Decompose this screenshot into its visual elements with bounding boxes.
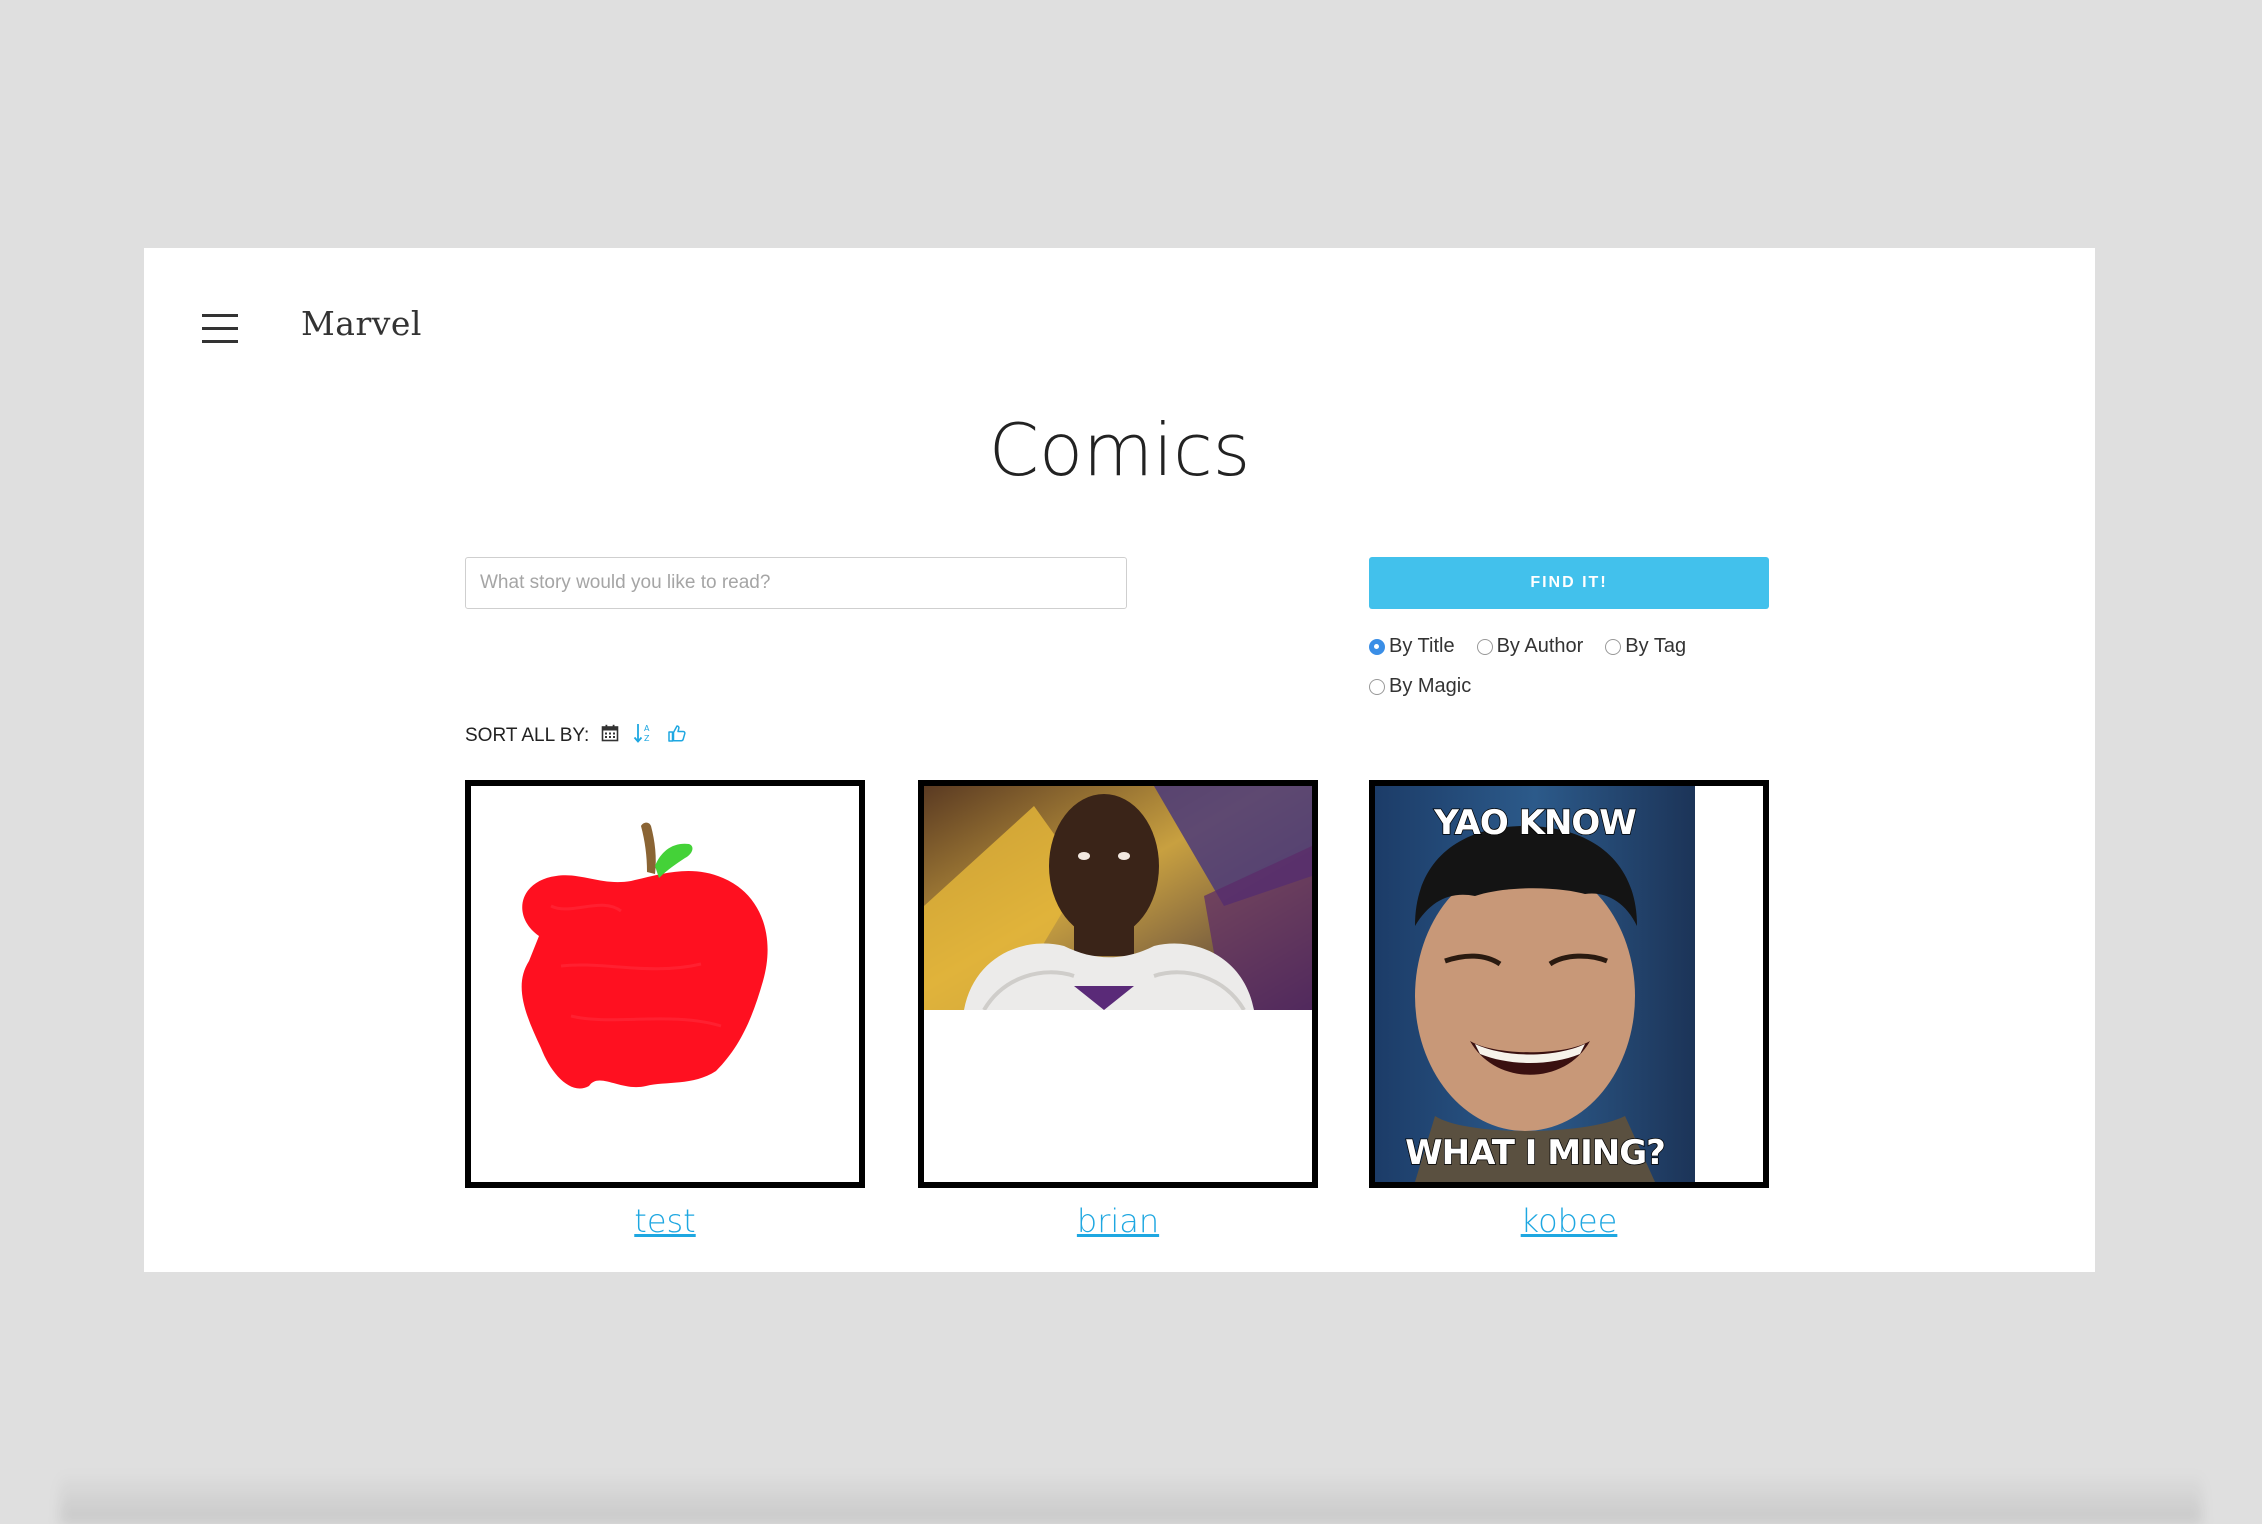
radio-unchecked-icon[interactable] [1605, 639, 1622, 655]
sort-bar: SORT ALL BY: A Z [465, 722, 701, 750]
comic-card: test [465, 780, 865, 1240]
hamburger-menu-icon[interactable] [202, 312, 246, 346]
radio-by-author[interactable]: By Author [1476, 626, 1584, 666]
find-it-button[interactable]: FIND IT! [1369, 557, 1769, 609]
comic-card: YAO KNOW WHAT I MING? kobee [1369, 780, 1769, 1240]
radio-by-title[interactable]: By Title [1369, 626, 1455, 666]
meme-photo-image: YAO KNOW WHAT I MING? [1375, 786, 1695, 1182]
apple-drawing-image [521, 822, 768, 1089]
player-photo-image [924, 786, 1312, 1012]
comic-thumbnail[interactable]: YAO KNOW WHAT I MING? [1369, 780, 1769, 1188]
radio-label: By Tag [1625, 635, 1687, 657]
window-shadow [60, 1472, 2202, 1524]
search-mode-options: By Title By Author By Tag By Magic [1369, 626, 1781, 706]
thumbs-up-icon[interactable] [667, 723, 687, 749]
meme-top-text: YAO KNOW [1433, 803, 1636, 843]
svg-text:A: A [644, 724, 650, 733]
radio-label: By Title [1389, 635, 1455, 657]
comic-title-link[interactable]: kobee [1369, 1202, 1769, 1240]
radio-unchecked-icon[interactable] [1369, 679, 1385, 695]
comic-title-link[interactable]: test [465, 1202, 865, 1240]
search-input[interactable] [465, 557, 1127, 609]
meme-bottom-text: WHAT I MING? [1405, 1133, 1665, 1173]
comic-thumbnail[interactable] [918, 780, 1318, 1188]
page-title: Comics [988, 408, 1251, 492]
radio-checked-icon[interactable] [1369, 639, 1385, 655]
browser-window: Marvel Comics FIND IT! By Title By Author… [144, 248, 2095, 1272]
brand-logo[interactable]: Marvel [301, 304, 422, 343]
comic-thumbnail[interactable] [465, 780, 865, 1188]
radio-unchecked-icon[interactable] [1476, 639, 1493, 655]
comic-title-link[interactable]: brian [918, 1202, 1318, 1240]
sort-alpha-icon[interactable]: A Z [633, 722, 653, 750]
svg-text:Z: Z [644, 734, 650, 743]
comic-card: brian [918, 780, 1318, 1240]
radio-label: By Author [1496, 635, 1584, 657]
calendar-icon[interactable] [601, 724, 619, 748]
radio-label: By Magic [1389, 675, 1472, 697]
radio-by-tag[interactable]: By Tag [1605, 626, 1686, 666]
sort-label: SORT ALL BY: [465, 725, 590, 746]
radio-by-magic[interactable]: By Magic [1369, 666, 1471, 706]
